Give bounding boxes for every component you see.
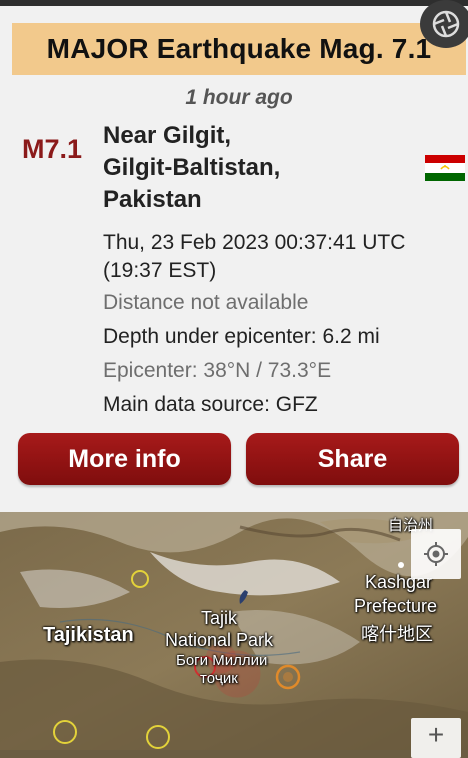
locate-icon [424,542,448,566]
map-label-kashgar: 喀什地区 [361,624,433,644]
share-button[interactable]: Share [246,433,459,485]
alert-banner: MAJOR Earthquake Mag. 7.1 [12,23,466,75]
source-text: Main data source: GFZ [103,393,318,416]
location-line: Pakistan [103,186,202,213]
time-ago: 1 hour ago [185,86,293,109]
magnitude-label: M7.1 [22,134,83,164]
epicenter-text: Epicenter: 38°N / 73.3°E [103,359,332,382]
locate-button[interactable] [411,529,461,579]
datetime-block: Thu, 23 Feb 2023 00:37:41 UTC (19:37 EST… [103,229,463,285]
map-label-kashgar: Prefecture [354,596,438,616]
map-label-tajikistan: Tajikistan [43,624,134,646]
depth-text: Depth under epicenter: 6.2 mi [103,325,380,348]
location-text: Near Gilgit, Gilgit-Baltistan, Pakistan [103,120,413,216]
datetime-utc: Thu, 23 Feb 2023 00:37:41 UTC [103,231,406,254]
zoom-in-button[interactable]: + [411,718,461,758]
map-view[interactable]: Tajikistan Tajik National Park Боги Милл… [0,512,468,750]
location-line: Near Gilgit, [103,122,232,149]
map-label-park: тоҷик [200,670,238,687]
camera-shutter-button[interactable] [420,0,468,48]
map-label-park: Боги Миллии [176,652,268,669]
camera-shutter-icon [432,10,460,38]
datetime-local: (19:37 EST) [103,259,217,282]
map-label-park: Tajik [201,608,238,628]
details-list: Thu, 23 Feb 2023 00:37:41 UTC (19:37 EST… [103,229,463,425]
location-line: Gilgit-Baltistan, [103,154,281,181]
distance-text: Distance not available [103,291,309,314]
alert-title: MAJOR Earthquake Mag. 7.1 [46,33,432,64]
more-info-button[interactable]: More info [18,433,231,485]
map-label-park: National Park [165,630,274,650]
tajikistan-flag-icon [425,155,465,181]
